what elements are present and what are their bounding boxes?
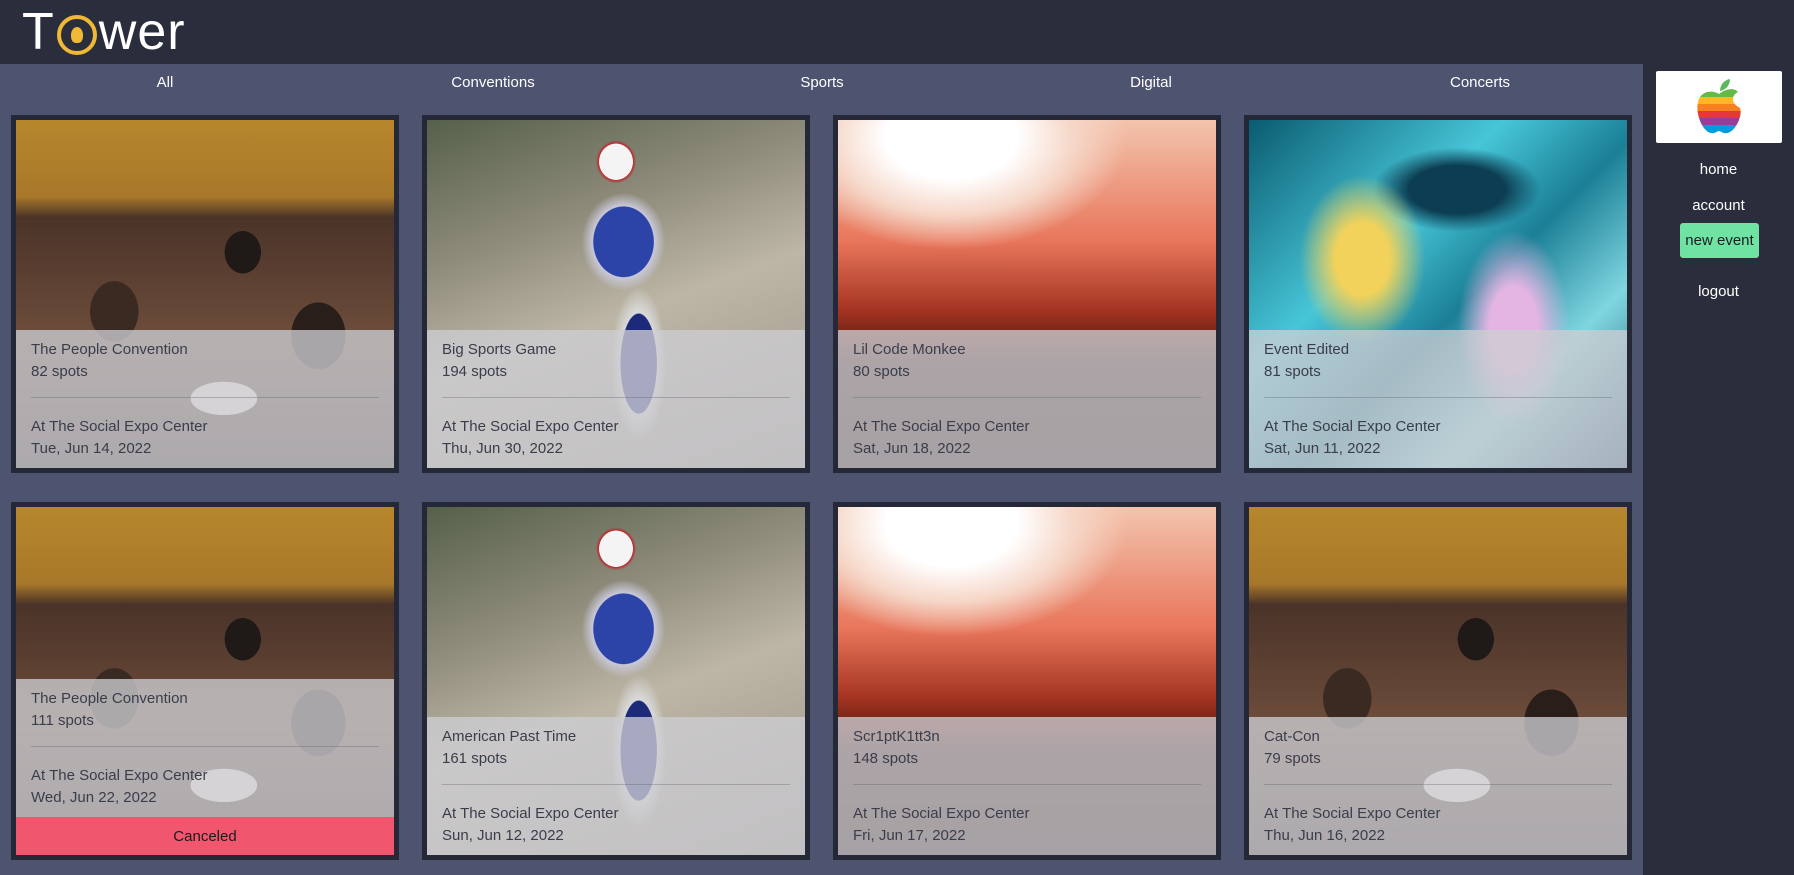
event-date: Fri, Jun 17, 2022 — [853, 827, 966, 844]
event-name: Big Sports Game — [442, 341, 557, 358]
event-name: American Past Time — [442, 728, 577, 745]
event-date: Tue, Jun 14, 2022 — [31, 440, 152, 457]
event-info: Lil Code Monkee 80 spots At The Social Ex… — [838, 330, 1216, 468]
event-location: At The Social Expo Center — [1264, 805, 1441, 822]
event-location: At The Social Expo Center — [442, 418, 619, 435]
category-digital[interactable]: Digital — [1130, 74, 1172, 91]
event-spots: 80 spots — [853, 363, 910, 380]
event-spots: 111 spots — [31, 712, 94, 729]
apple-rainbow-icon — [1697, 79, 1741, 134]
event-card[interactable]: American Past Time 161 spots At The Socia… — [422, 502, 810, 860]
category-conventions[interactable]: Conventions — [451, 74, 534, 91]
event-name: The People Convention — [31, 341, 188, 358]
event-info: American Past Time 161 spots At The Socia… — [427, 717, 805, 855]
event-info: Big Sports Game 194 spots At The Social E… — [427, 330, 805, 468]
category-filter-bar: All Conventions Sports Digital Concerts — [0, 64, 1643, 102]
event-info: Cat-Con 79 spots At The Social Expo Cente… — [1249, 717, 1627, 855]
event-card[interactable]: Big Sports Game 194 spots At The Social E… — [422, 115, 810, 473]
canceled-badge: Canceled — [16, 817, 394, 855]
event-card[interactable]: Event Edited 81 spots At The Social Expo … — [1244, 115, 1632, 473]
event-location: At The Social Expo Center — [442, 805, 619, 822]
event-location: At The Social Expo Center — [853, 805, 1030, 822]
event-date: Thu, Jun 16, 2022 — [1264, 827, 1385, 844]
logo-mascot-icon — [56, 15, 97, 55]
event-info: The People Convention 82 spots At The Soc… — [16, 330, 394, 468]
nav-logout[interactable]: logout — [1643, 283, 1794, 300]
event-name: Cat-Con — [1264, 728, 1320, 745]
event-card[interactable]: The People Convention 82 spots At The Soc… — [11, 115, 399, 473]
new-event-button[interactable]: new event — [1680, 223, 1759, 258]
logo-text-suffix: wer — [98, 3, 186, 61]
event-date: Sat, Jun 18, 2022 — [853, 440, 971, 457]
event-name: Scr1ptK1tt3n — [853, 728, 940, 745]
event-date: Sun, Jun 12, 2022 — [442, 827, 564, 844]
event-date: Thu, Jun 30, 2022 — [442, 440, 563, 457]
event-card[interactable]: Scr1ptK1tt3n 148 spots At The Social Expo… — [833, 502, 1221, 860]
event-card[interactable]: Cat-Con 79 spots At The Social Expo Cente… — [1244, 502, 1632, 860]
event-location: At The Social Expo Center — [1264, 418, 1441, 435]
app-logo[interactable]: T wer — [22, 3, 186, 61]
event-info: Event Edited 81 spots At The Social Expo … — [1249, 330, 1627, 468]
event-location: At The Social Expo Center — [31, 767, 208, 784]
category-concerts[interactable]: Concerts — [1450, 74, 1510, 91]
right-sidebar: home account new event logout — [1643, 64, 1794, 875]
event-name: Event Edited — [1264, 341, 1350, 358]
event-spots: 82 spots — [31, 363, 88, 380]
event-spots: 161 spots — [442, 750, 508, 767]
logo-text-prefix: T — [22, 3, 55, 61]
event-spots: 194 spots — [442, 363, 508, 380]
nav-account[interactable]: account — [1643, 197, 1794, 214]
event-name: Lil Code Monkee — [853, 341, 966, 358]
brand-logo-box[interactable] — [1656, 71, 1782, 143]
event-spots: 79 spots — [1264, 750, 1321, 767]
category-all[interactable]: All — [157, 74, 174, 91]
event-name: The People Convention — [31, 690, 188, 707]
event-spots: 148 spots — [853, 750, 919, 767]
event-info: The People Convention 111 spots At The So… — [16, 679, 394, 817]
events-area: All Conventions Sports Digital Concerts … — [0, 64, 1643, 875]
event-location: At The Social Expo Center — [853, 418, 1030, 435]
event-card[interactable]: The People Convention 111 spots At The So… — [11, 502, 399, 860]
event-info: Scr1ptK1tt3n 148 spots At The Social Expo… — [838, 717, 1216, 855]
event-spots: 81 spots — [1264, 363, 1321, 380]
event-date: Sat, Jun 11, 2022 — [1264, 440, 1381, 457]
event-date: Wed, Jun 22, 2022 — [31, 789, 157, 806]
event-card[interactable]: Lil Code Monkee 80 spots At The Social Ex… — [833, 115, 1221, 473]
category-sports[interactable]: Sports — [800, 74, 843, 91]
event-location: At The Social Expo Center — [31, 418, 208, 435]
top-bar: T wer — [0, 0, 1794, 64]
nav-home[interactable]: home — [1643, 161, 1794, 178]
